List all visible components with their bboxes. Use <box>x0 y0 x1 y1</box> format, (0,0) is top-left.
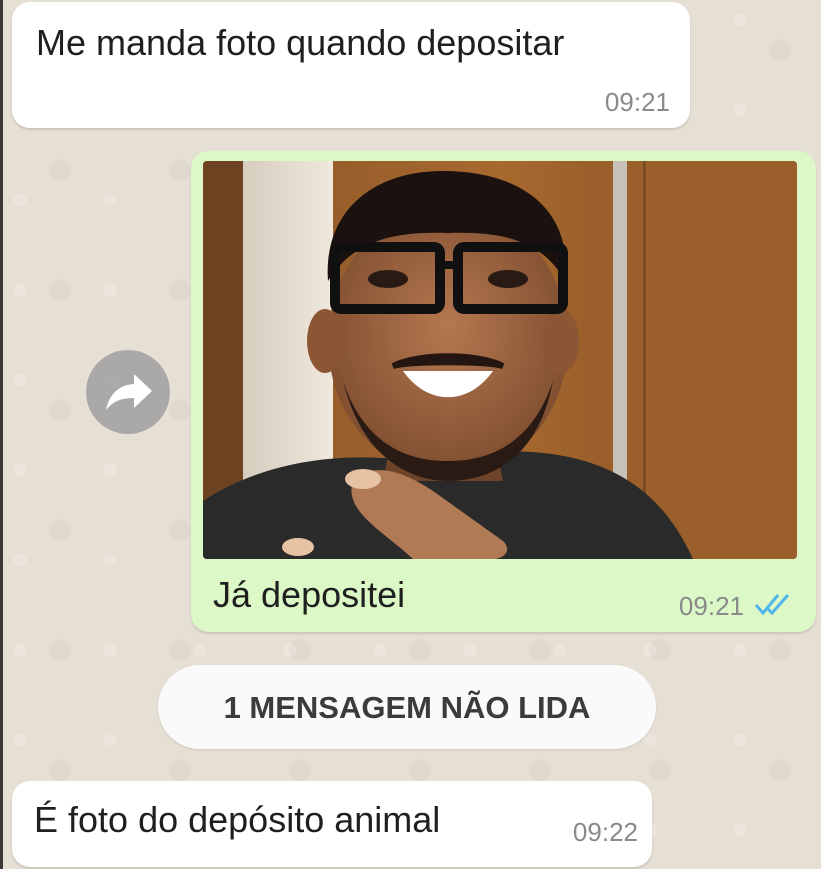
message-timestamp: 09:21 <box>604 87 670 117</box>
forward-button[interactable] <box>86 350 170 434</box>
outgoing-photo-message-bubble[interactable]: Já depositei 09:21 <box>191 151 816 632</box>
unread-banner-text: 1 MENSAGEM NÃO LIDA <box>223 690 591 725</box>
window-edge <box>0 0 3 869</box>
incoming-message-bubble[interactable]: Me manda foto quando depositar 09:21 <box>12 2 690 128</box>
photo-image <box>203 161 797 559</box>
message-text: É foto do depósito animal <box>34 799 441 840</box>
photo-caption: Já depositei <box>213 574 406 615</box>
message-timestamp: 09:21 <box>678 591 744 621</box>
message-photo[interactable] <box>203 161 797 559</box>
double-check-icon <box>754 594 790 616</box>
incoming-message-bubble[interactable]: É foto do depósito animal 09:22 <box>12 781 652 867</box>
chat-area[interactable]: Me manda foto quando depositar 09:21 Já … <box>0 0 821 869</box>
unread-messages-banner: 1 MENSAGEM NÃO LIDA <box>158 665 656 749</box>
forward-arrow-icon <box>106 374 152 410</box>
message-timestamp: 09:22 <box>572 817 638 847</box>
message-text: Me manda foto quando depositar <box>36 22 565 63</box>
